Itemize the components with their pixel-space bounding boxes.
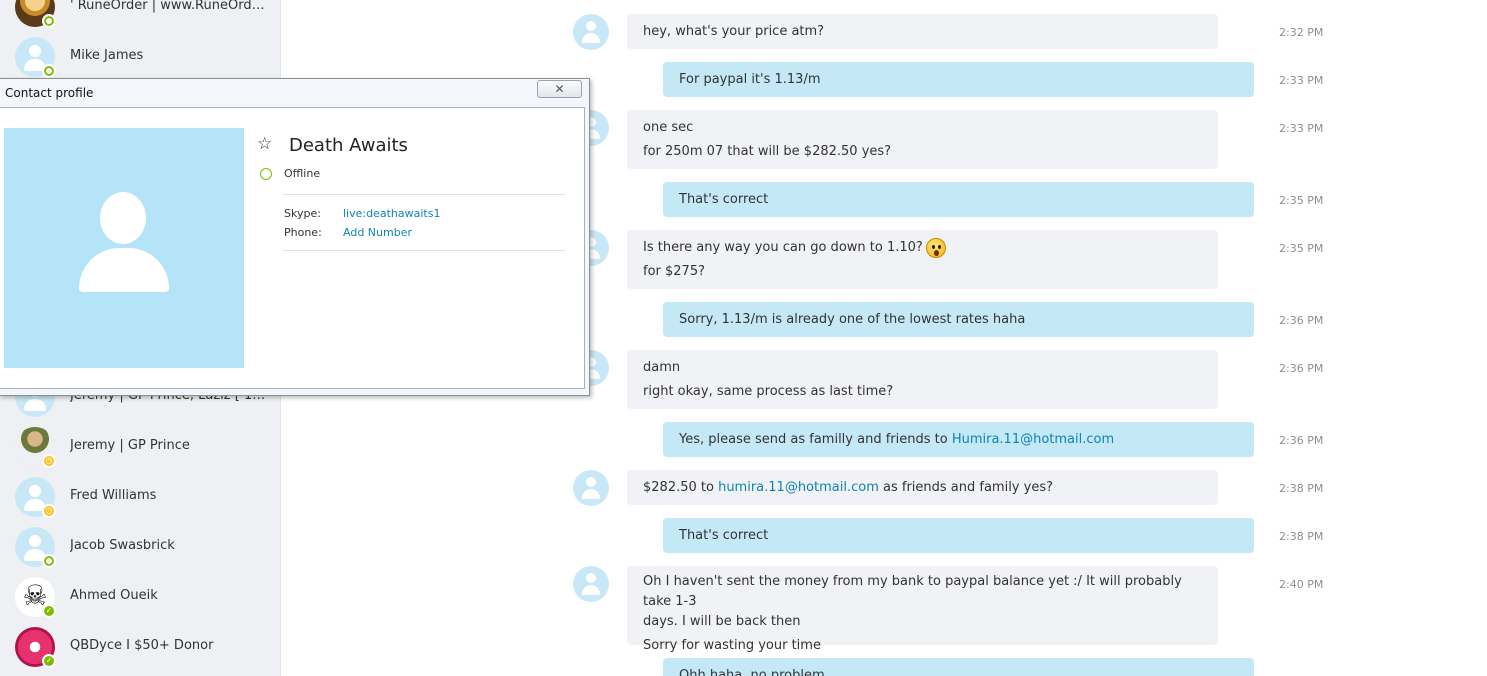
message-text: $282.50 to xyxy=(643,480,719,495)
message-time: 2:38 PM xyxy=(1279,530,1324,543)
message-incoming[interactable]: damn right okay, same process as last ti… xyxy=(627,350,1218,409)
contact-item[interactable]: ◷ Jeremy | GP Prince xyxy=(0,422,280,472)
status-away-icon: ◷ xyxy=(42,454,56,468)
message-incoming[interactable]: Is there any way you can go down to 1.10… xyxy=(627,230,1218,289)
contact-item[interactable]: ' RuneOrder | www.RuneOrder... xyxy=(0,0,280,32)
message-time: 2:33 PM xyxy=(1279,122,1324,135)
message-outgoing[interactable]: That's correct xyxy=(663,182,1254,217)
contact-item[interactable]: ✓ QBDyce I $50+ Donor xyxy=(0,622,280,672)
message-time: 2:32 PM xyxy=(1279,26,1324,39)
contact-name: Jeremy | GP Prince xyxy=(70,438,190,453)
message-time: 2:33 PM xyxy=(1279,74,1324,87)
message-time: 2:36 PM xyxy=(1279,362,1324,375)
message-text: right okay, same process as last time? xyxy=(643,384,894,399)
contact-avatar xyxy=(573,14,609,50)
message-outgoing[interactable]: Ohh haha, no problem xyxy=(663,658,1254,676)
avatar: ✓ xyxy=(15,627,56,668)
message-outgoing[interactable]: For paypal it's 1.13/m xyxy=(663,62,1254,97)
message-text: as friends and family yes? xyxy=(878,480,1054,495)
avatar xyxy=(15,527,56,568)
message-incoming[interactable]: one sec for 250m 07 that will be $282.50… xyxy=(627,110,1218,169)
message-text: For paypal it's 1.13/m xyxy=(679,72,821,87)
surprised-emoticon-icon xyxy=(925,237,946,258)
message-text: Sorry for wasting your time xyxy=(643,638,821,653)
email-link[interactable]: humira.11@hotmail.com xyxy=(718,480,879,495)
skype-label: Skype: xyxy=(284,207,321,220)
add-number-link[interactable]: Add Number xyxy=(343,226,412,239)
close-button[interactable]: ✕ xyxy=(537,80,582,98)
contact-name: Mike James xyxy=(70,48,144,63)
dialog-titlebar[interactable]: Contact profile ✕ xyxy=(0,79,589,107)
divider xyxy=(283,194,565,195)
contact-item[interactable]: ☠ ✓ Ahmed Oueik xyxy=(0,572,280,622)
dialog-title: Contact profile xyxy=(5,86,94,100)
phone-label: Phone: xyxy=(284,226,322,239)
message-text: Is there any way you can go down to 1.10… xyxy=(643,240,923,255)
status-offline-icon xyxy=(260,168,272,180)
message-time: 2:38 PM xyxy=(1279,482,1324,495)
message-time: 2:40 PM xyxy=(1279,578,1324,591)
contact-name: Fred Williams xyxy=(70,488,157,503)
message-time: 2:36 PM xyxy=(1279,434,1324,447)
favorite-star-icon[interactable]: ☆ xyxy=(257,134,272,154)
message-time: 2:35 PM xyxy=(1279,194,1324,207)
status-online-icon xyxy=(42,554,56,568)
dialog-content: ☆ Death Awaits Offline Skype: live:death… xyxy=(0,107,585,389)
message-text: for $275? xyxy=(643,264,705,279)
message-text: Ohh haha, no problem xyxy=(679,668,825,676)
status-online-icon: ✓ xyxy=(42,654,56,668)
contact-item[interactable]: Mike James xyxy=(0,32,280,82)
message-text: Yes, please send as familly and friends … xyxy=(679,432,952,447)
message-time: 2:36 PM xyxy=(1279,314,1324,327)
contact-avatar xyxy=(573,566,609,602)
message-text: Sorry, 1.13/m is already one of the lowe… xyxy=(679,312,1026,327)
status-online-icon xyxy=(42,64,56,78)
avatar: ◷ xyxy=(15,477,56,518)
contact-item[interactable]: Jacob Swasbrick xyxy=(0,522,280,572)
message-outgoing[interactable]: Sorry, 1.13/m is already one of the lowe… xyxy=(663,302,1254,337)
contact-name: Jacob Swasbrick xyxy=(70,538,175,553)
message-text: hey, what's your price atm? xyxy=(643,24,825,39)
skype-window: ' RuneOrder | www.RuneOrder... Mike Jame… xyxy=(0,0,1487,676)
avatar xyxy=(15,0,56,28)
contact-name: QBDyce I $50+ Donor xyxy=(70,638,214,653)
status-online-icon: ✓ xyxy=(42,604,56,618)
close-icon: ✕ xyxy=(554,82,565,96)
avatar: ☠ ✓ xyxy=(15,577,56,618)
message-outgoing[interactable]: Yes, please send as familly and friends … xyxy=(663,422,1254,457)
avatar xyxy=(15,37,56,78)
divider xyxy=(283,250,565,251)
contact-avatar xyxy=(573,470,609,506)
profile-status: Offline xyxy=(284,167,321,180)
message-text: for 250m 07 that will be $282.50 yes? xyxy=(643,144,892,159)
message-text: damn xyxy=(643,360,681,375)
message-incoming[interactable]: hey, what's your price atm? xyxy=(627,14,1218,49)
status-away-icon: ◷ xyxy=(42,504,56,518)
message-incoming[interactable]: Oh I haven't sent the money from my bank… xyxy=(627,566,1218,653)
contact-name: Ahmed Oueik xyxy=(70,588,158,603)
profile-name: Death Awaits xyxy=(289,135,408,156)
contact-profile-dialog: Contact profile ✕ ☆ Death Awaits Offline… xyxy=(0,78,590,396)
message-time: 2:35 PM xyxy=(1279,242,1324,255)
message-incoming[interactable]: $282.50 to humira.11@hotmail.com as frie… xyxy=(627,470,1218,505)
message-text: one sec xyxy=(643,120,694,135)
message-text: Oh I haven't sent the money from my bank… xyxy=(643,574,1182,609)
email-link[interactable]: Humira.11@hotmail.com xyxy=(952,432,1114,447)
contact-item[interactable]: ◷ Fred Williams xyxy=(0,472,280,522)
skype-id-link[interactable]: live:deathawaits1 xyxy=(343,207,440,220)
message-text: That's correct xyxy=(679,528,769,543)
contact-name: ' RuneOrder | www.RuneOrder... xyxy=(70,0,270,13)
message-outgoing[interactable]: That's correct xyxy=(663,518,1254,553)
message-text: days. I will be back then xyxy=(643,614,801,629)
message-text: That's correct xyxy=(679,192,769,207)
avatar: ◷ xyxy=(15,427,56,468)
status-online-icon xyxy=(42,14,56,28)
profile-avatar xyxy=(4,128,244,368)
